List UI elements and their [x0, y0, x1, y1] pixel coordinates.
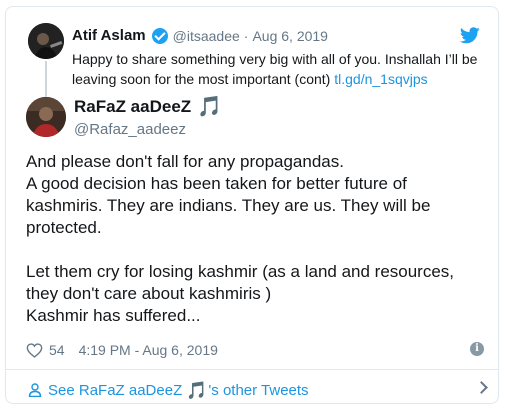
chevron-right-icon[interactable] — [475, 381, 488, 394]
parent-tweet-date[interactable]: Aug 6, 2019 — [252, 28, 328, 44]
parent-tweet-link[interactable]: tl.gd/n_1sqvjps — [334, 71, 427, 87]
divider — [6, 369, 498, 370]
embedded-tweet-card: Atif Aslam @itsaadee · Aug 6, 2019 Happy… — [5, 6, 499, 404]
see-other-tweets-link[interactable]: See RaFaZ aaDeeZ 🎵 's other Tweets — [28, 379, 490, 401]
music-note-icon: 🎵 — [186, 380, 208, 400]
author-handle[interactable]: @Rafaz_aadeez — [74, 121, 186, 138]
author-name-row[interactable]: RaFaZ aaDeeZ 🎵 — [74, 97, 222, 117]
like-count[interactable]: 54 — [49, 342, 65, 358]
separator-dot: · — [243, 27, 249, 44]
parent-tweet-text: Happy to share something very big with a… — [72, 49, 492, 89]
tweet-timestamp[interactable]: 4:19 PM - Aug 6, 2019 — [79, 342, 218, 358]
parent-avatar[interactable] — [28, 23, 64, 59]
author-name[interactable]: RaFaZ aaDeeZ — [74, 97, 191, 117]
music-note-icon: 🎵 — [197, 96, 223, 118]
parent-author-handle[interactable]: @itsaadee — [173, 28, 240, 44]
info-icon[interactable]: i — [470, 342, 484, 356]
tweet-text: And please don't fall for any propaganda… — [26, 152, 455, 325]
verified-badge-icon — [151, 27, 168, 44]
author-avatar[interactable] — [26, 97, 66, 137]
twitter-bird-icon[interactable] — [460, 27, 480, 44]
parent-tweet-header: Atif Aslam @itsaadee · Aug 6, 2019 — [72, 27, 328, 44]
person-icon — [28, 383, 42, 397]
parent-author-name[interactable]: Atif Aslam — [72, 27, 146, 44]
tweet-meta: 54 4:19 PM - Aug 6, 2019 i — [26, 340, 488, 360]
thread-line — [45, 61, 47, 97]
see-other-tweets-prefix[interactable]: See RaFaZ aaDeeZ — [48, 382, 182, 399]
heart-icon[interactable] — [26, 342, 43, 358]
see-other-tweets-suffix[interactable]: 's other Tweets — [208, 382, 308, 399]
